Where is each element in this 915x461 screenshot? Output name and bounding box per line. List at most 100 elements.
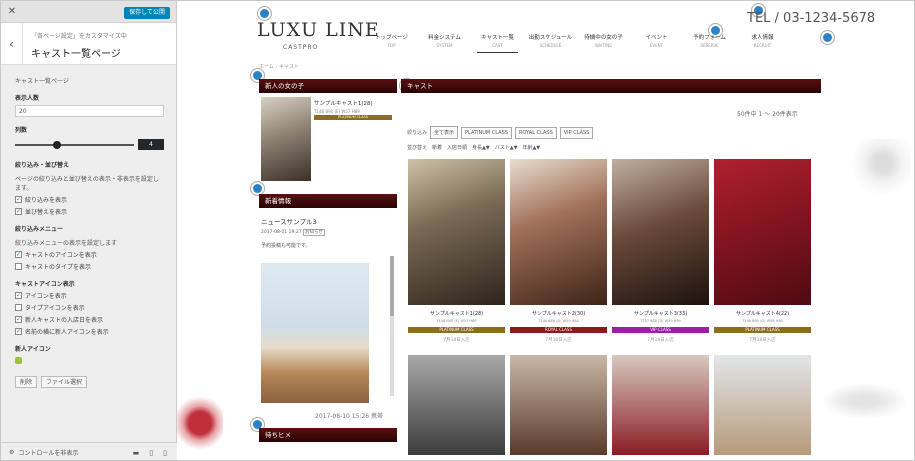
checkbox-row[interactable]: ✓ アイコンを表示: [15, 291, 164, 300]
checkbox-label[interactable]: 絞り込みを表示: [25, 195, 67, 204]
sort-item[interactable]: バスト▲▼: [495, 144, 518, 151]
filter-button[interactable]: 全て表示: [430, 126, 459, 139]
nav-label[interactable]: トップページ: [375, 35, 408, 41]
checkbox-label[interactable]: キャストのタイプを表示: [25, 262, 91, 271]
site-logo[interactable]: LUXU LINE: [257, 19, 380, 41]
cast-photo[interactable]: [510, 355, 607, 455]
checkbox-label[interactable]: 名前の横に新人アイコンを表示: [25, 327, 109, 336]
checkbox-label[interactable]: タイプアイコンを表示: [25, 303, 85, 312]
scrollbar-thumb[interactable]: [390, 256, 394, 316]
checkbox-label[interactable]: アイコンを表示: [25, 291, 67, 300]
slider-knob[interactable]: [52, 141, 61, 149]
cast-photo[interactable]: [714, 159, 811, 305]
cast-photo[interactable]: [510, 159, 607, 305]
nav-label[interactable]: 求人情報: [751, 35, 773, 41]
columns-slider[interactable]: 4: [15, 138, 164, 152]
columns-label: 列数: [15, 127, 28, 134]
cast-class-badge: VIP CLASS: [612, 327, 709, 333]
new-girl-name[interactable]: サンプルキャスト1(28): [314, 99, 373, 107]
sort-item[interactable]: 新着: [432, 144, 442, 151]
filter-title: 絞り込み・並び替え: [15, 162, 70, 169]
news-tag: お知らせ: [303, 229, 325, 236]
checkbox-label[interactable]: 並び替えを表示: [25, 207, 67, 216]
nav-item[interactable]: 予約フォーム RESERVE: [683, 33, 736, 48]
cast-measurements: T157 B88 (D) W59 H89: [640, 319, 681, 323]
mobile-icon[interactable]: ▯: [163, 449, 167, 457]
filter-button[interactable]: VIP CLASS: [559, 126, 594, 139]
news-item-title[interactable]: ニュースサンプル3: [261, 216, 317, 226]
new-girl-photo[interactable]: [261, 97, 311, 181]
checkbox-row[interactable]: ✓ 新人キャストの入店日を表示: [15, 315, 164, 324]
news-scrollbar[interactable]: [390, 256, 394, 396]
nav-item[interactable]: 待機中の女の子 WAITING: [577, 33, 630, 48]
nav-item[interactable]: 求人情報 RECRUIT: [736, 33, 789, 48]
cast-photo[interactable]: [612, 355, 709, 455]
filter-button[interactable]: ROYAL CLASS: [514, 126, 557, 139]
phone-number: TEL / 03-1234-5678: [747, 11, 876, 26]
checkbox-label[interactable]: キャストのアイコンを表示: [25, 250, 97, 259]
checkbox-label[interactable]: 新人キャストの入店日を表示: [25, 315, 103, 324]
checkbox-row[interactable]: ✓ 並び替えを表示: [15, 207, 164, 216]
news-photo[interactable]: [261, 263, 369, 403]
sort-bar: 並び替え 新着 入店日順 身長▲▼ バスト▲▼ 年齢▲▼: [407, 144, 540, 151]
publish-button[interactable]: 保存して公開: [124, 7, 170, 19]
filter-button[interactable]: PLATINUM CLASS: [461, 126, 512, 139]
nav-item[interactable]: トップページ TOP: [365, 33, 418, 48]
cast-photo[interactable]: [612, 159, 709, 305]
back-arrow-icon[interactable]: ‹: [1, 23, 23, 65]
decorative-lace: [817, 381, 912, 421]
nav-sub-label: TOP: [387, 43, 396, 48]
checkbox[interactable]: [15, 263, 22, 270]
nav-label[interactable]: 出勤スケジュール: [529, 35, 573, 41]
gear-icon[interactable]: ⚙: [9, 449, 14, 456]
sort-item[interactable]: 年齢▲▼: [522, 144, 540, 151]
nav-sub-label: SYSTEM: [436, 43, 453, 48]
checkbox[interactable]: ✓: [15, 328, 22, 335]
checkbox[interactable]: ✓: [15, 251, 22, 258]
hide-controls-label[interactable]: コントロールを非表示: [18, 448, 78, 457]
filter-label: 絞り込み: [407, 130, 428, 136]
close-icon[interactable]: ✕: [5, 5, 19, 19]
cast-photo[interactable]: [714, 355, 811, 455]
nav-label[interactable]: 予約フォーム: [693, 35, 726, 41]
nav-item[interactable]: キャスト一覧 CAST: [471, 33, 524, 53]
nav-item[interactable]: 出勤スケジュール SCHEDULE: [524, 33, 577, 48]
sort-item[interactable]: 入店日順: [447, 144, 467, 151]
select-file-button[interactable]: ファイル選択: [41, 376, 88, 388]
sort-item[interactable]: 身長▲▼: [472, 144, 490, 151]
cast-name[interactable]: サンプルキャスト3(33): [612, 310, 709, 317]
tablet-icon[interactable]: ▯: [149, 449, 153, 457]
nav-sub-label: CAST: [492, 43, 503, 48]
display-count-input[interactable]: 20: [15, 105, 164, 117]
checkbox[interactable]: ✓: [15, 316, 22, 323]
checkbox[interactable]: [15, 304, 22, 311]
checkbox-row[interactable]: ✓ キャストのアイコンを表示: [15, 250, 164, 259]
checkbox-row[interactable]: ✓ 絞り込みを表示: [15, 195, 164, 204]
cast-name[interactable]: サンプルキャスト2(30): [510, 310, 607, 317]
cast-name[interactable]: サンプルキャスト1(28): [408, 310, 505, 317]
nav-label[interactable]: イベント: [645, 35, 667, 41]
checkbox[interactable]: ✓: [15, 208, 22, 215]
nav-label[interactable]: 待機中の女の子: [584, 35, 623, 41]
edit-pencil-icon[interactable]: [821, 31, 834, 44]
desktop-icon[interactable]: ▬: [133, 449, 140, 457]
checkbox[interactable]: ✓: [15, 292, 22, 299]
checkbox-row[interactable]: キャストのタイプを表示: [15, 262, 164, 271]
checkbox[interactable]: ✓: [15, 196, 22, 203]
cast-name[interactable]: サンプルキャスト4(22): [714, 310, 811, 317]
checkbox-row[interactable]: タイプアイコンを表示: [15, 303, 164, 312]
customizer-topbar: ✕ 保存して公開: [1, 1, 176, 23]
nav-item[interactable]: イベント EVENT: [630, 33, 683, 48]
nav-label[interactable]: 料金システム: [428, 35, 461, 41]
nav-item[interactable]: 料金システム SYSTEM: [418, 33, 471, 48]
remove-button[interactable]: 削除: [15, 376, 38, 388]
cast-photo[interactable]: [408, 355, 505, 455]
customizer-body: キャスト一覧ページ 表示人数 20 列数 4 絞り込み・並び替え ページの絞り込…: [1, 65, 176, 388]
columns-value[interactable]: 4: [138, 139, 164, 150]
display-count-label: 表示人数: [15, 95, 40, 102]
cast-class-badge: PLATINUM CLASS: [408, 327, 505, 333]
cast-photo[interactable]: [408, 159, 505, 305]
news-item-date: 2017-08-01 19:27 お知らせ: [261, 229, 325, 236]
checkbox-row[interactable]: ✓ 名前の横に新人アイコンを表示: [15, 327, 164, 336]
nav-label[interactable]: キャスト一覧: [481, 35, 514, 41]
